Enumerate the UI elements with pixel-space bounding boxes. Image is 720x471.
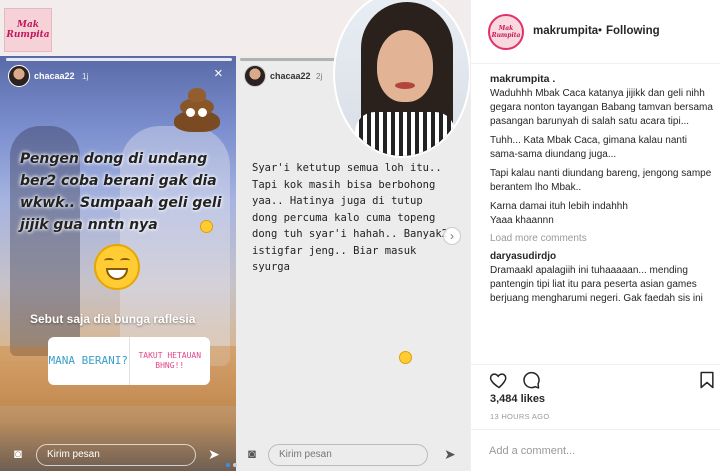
- caption-username[interactable]: makrumpita .: [490, 72, 714, 87]
- caption-line: Tuhh... Kata Mbak Caca, gimana kalau nan…: [490, 135, 690, 160]
- bookmark-icon[interactable]: [697, 370, 717, 390]
- story-reply-field: Kirim pesan: [268, 444, 428, 466]
- poop-emoji-icon: [170, 86, 222, 134]
- poll-option-2: TAKUT HETAUAN BHNG!!: [138, 351, 202, 370]
- camera-icon: ◙: [248, 446, 256, 461]
- avatar-logo-text: Mak Rumpita: [491, 25, 521, 39]
- instagram-post-page: Mak Rumpita chacaa22 1j × Pengen dong di…: [0, 0, 720, 471]
- account-avatar[interactable]: Mak Rumpita: [488, 14, 524, 50]
- story-main-text: Pengen dong di undang ber2 coba berani g…: [20, 151, 222, 233]
- logo-text: Mak Rumpita: [6, 20, 50, 40]
- carousel-dot: [233, 463, 237, 467]
- makrumpita-logo: Mak Rumpita: [4, 8, 52, 52]
- story-avatar: [244, 65, 266, 87]
- camera-icon: ◙: [14, 446, 22, 461]
- post-actions: [471, 364, 720, 394]
- story-time: 2j: [316, 72, 323, 81]
- carousel-dot-active: [226, 463, 230, 467]
- likes-count[interactable]: 3,484 likes: [490, 393, 545, 405]
- laughing-emoji-large-icon: [94, 244, 140, 290]
- add-comment-bar: [471, 429, 720, 471]
- post-header: Mak Rumpita makrumpita • Following: [471, 0, 720, 64]
- story-text: Syar'i ketutup semua loh itu.. Tapi kok …: [252, 162, 448, 273]
- profile-photo-circle: [333, 0, 470, 158]
- caption-line: Waduhhh Mbak Caca katanya jijikk dan gel…: [490, 88, 713, 127]
- caption-line: Karna damai ituh lebih indahhh Yaaa khaa…: [490, 201, 628, 226]
- add-comment-input[interactable]: [489, 443, 689, 459]
- send-icon: ➤: [444, 446, 456, 462]
- poll-option-1: MANA BERANI?: [48, 337, 130, 385]
- comments-list[interactable]: makrumpita . Waduhhh Mbak Caca katanya j…: [490, 72, 714, 360]
- story-sub-text: Sebut saja dia bunga raflesia: [30, 312, 196, 326]
- next-slide-button[interactable]: ›: [443, 227, 461, 245]
- story-progress-bar: [6, 58, 232, 61]
- post-timestamp[interactable]: 13 HOURS AGO: [490, 412, 549, 421]
- story-username: chacaa22: [270, 71, 311, 81]
- comment-text: Dramaakl apalagiih ini tuhaaaaan... mend…: [490, 265, 703, 304]
- send-icon: ➤: [208, 446, 220, 462]
- post-media[interactable]: Mak Rumpita chacaa22 1j × Pengen dong di…: [0, 0, 470, 471]
- carousel-dots: [226, 454, 240, 471]
- story-poll: MANA BERANI? TAKUT HETAUAN BHNG!!: [48, 337, 210, 385]
- comment-icon[interactable]: [521, 370, 541, 390]
- laughing-emoji-icon: [399, 351, 412, 364]
- heart-icon[interactable]: [489, 370, 509, 390]
- story-username: chacaa22: [34, 71, 75, 81]
- header-separator: •: [598, 25, 603, 37]
- close-icon: ×: [214, 65, 223, 82]
- post-sidebar: Mak Rumpita makrumpita • Following makru…: [470, 0, 720, 471]
- following-button[interactable]: Following: [606, 25, 660, 37]
- account-username-link[interactable]: makrumpita: [533, 25, 598, 37]
- story-time: 1j: [82, 72, 89, 81]
- story-reply-field: Kirim pesan: [36, 444, 196, 466]
- laughing-emoji-icon: [200, 220, 213, 233]
- comment-username[interactable]: daryasudirdjo: [490, 250, 714, 264]
- story-avatar: [8, 65, 30, 87]
- caption-line: Tapi kalau nanti diundang bareng, jengon…: [490, 168, 714, 193]
- load-more-comments-link[interactable]: Load more comments: [490, 232, 714, 246]
